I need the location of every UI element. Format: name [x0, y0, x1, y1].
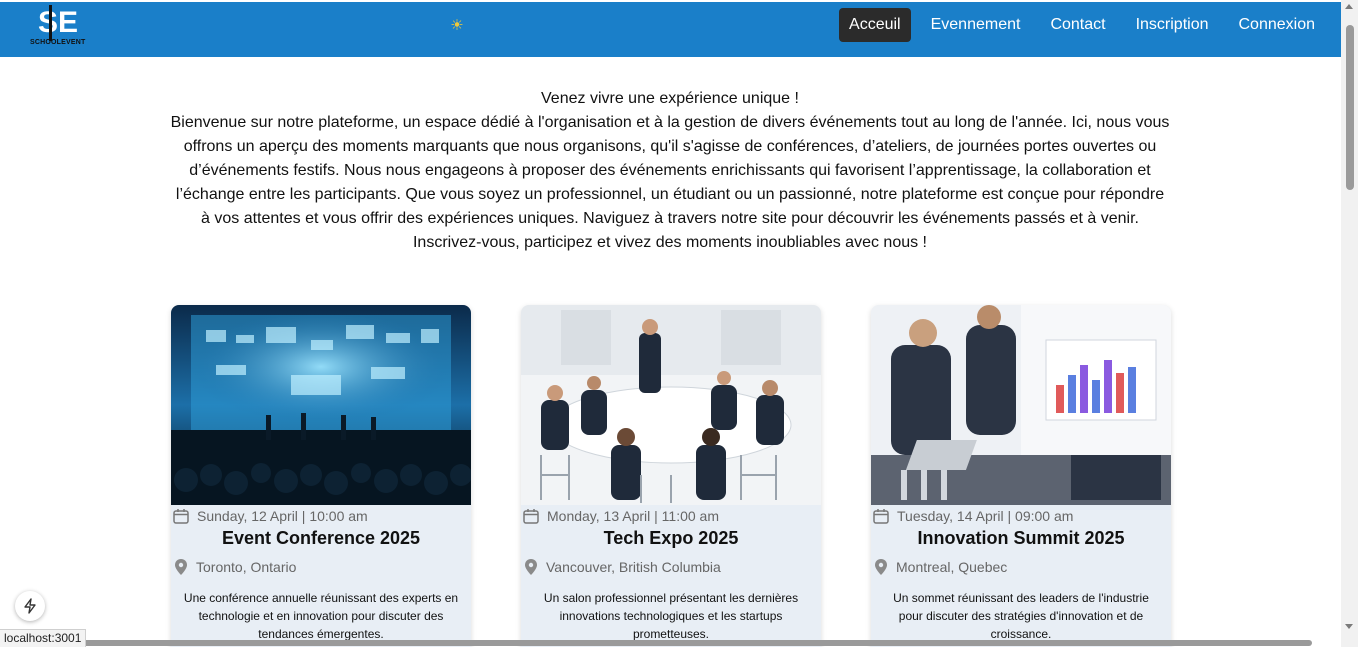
horizontal-scrollbar[interactable]	[0, 639, 1355, 647]
event-title[interactable]: Tech Expo 2025	[521, 528, 821, 549]
intro-section: Venez vivre une expérience unique ! Bien…	[170, 87, 1170, 255]
event-date: Sunday, 12 April | 10:00 am	[197, 508, 368, 524]
event-date: Tuesday, 14 April | 09:00 am	[897, 508, 1074, 524]
calendar-icon	[173, 509, 189, 524]
nav-item-acceuil[interactable]: Acceuil	[839, 8, 911, 42]
map-pin-icon	[875, 559, 887, 575]
event-image-expo	[521, 305, 821, 505]
status-bar-url: localhost:3001	[0, 629, 87, 647]
calendar-icon	[873, 509, 889, 524]
map-pin-icon	[525, 559, 537, 575]
event-title[interactable]: Event Conference 2025	[171, 528, 471, 549]
nav-item-evennement[interactable]: Evennement	[921, 8, 1031, 42]
logo-initials: SE	[38, 6, 79, 39]
event-card[interactable]: Tuesday, 14 April | 09:00 am Innovation …	[871, 305, 1171, 647]
conference-stage-illustration	[171, 305, 471, 505]
event-description: Un salon professionnel présentant les de…	[543, 591, 799, 641]
event-title[interactable]: Innovation Summit 2025	[871, 528, 1171, 549]
vertical-scrollbar-thumb[interactable]	[1346, 25, 1354, 190]
nav-item-connexion[interactable]: Connexion	[1229, 8, 1326, 42]
lightning-icon	[24, 598, 36, 614]
scroll-up-arrow-icon[interactable]	[1345, 4, 1353, 9]
event-location: Toronto, Ontario	[196, 559, 297, 575]
site-logo[interactable]: SE SCHOOLEVENT	[28, 4, 92, 52]
nav-item-contact[interactable]: Contact	[1040, 8, 1115, 42]
event-date: Monday, 13 April | 11:00 am	[547, 508, 719, 524]
intro-headline: Venez vivre une expérience unique !	[541, 90, 799, 107]
calendar-icon	[523, 509, 539, 524]
meeting-room-illustration	[521, 305, 821, 505]
event-date-row: Sunday, 12 April | 10:00 am	[173, 508, 368, 524]
event-description: Un sommet réunissant des leaders de l'in…	[893, 591, 1149, 641]
event-date-row: Tuesday, 14 April | 09:00 am	[873, 508, 1073, 524]
event-location: Montreal, Quebec	[896, 559, 1008, 575]
event-location-row: Montreal, Quebec	[874, 559, 1007, 575]
devtools-button[interactable]	[15, 591, 45, 621]
intro-text: Bienvenue sur notre plateforme, un espac…	[170, 114, 1170, 251]
scroll-down-arrow-icon[interactable]	[1345, 624, 1353, 629]
sun-icon[interactable]: ☀	[449, 18, 465, 34]
event-card[interactable]: Sunday, 12 April | 10:00 am Event Confer…	[171, 305, 471, 647]
main-nav: Acceuil Evennement Contact Inscription C…	[829, 8, 1325, 42]
logo-divider	[49, 5, 52, 41]
event-location: Vancouver, British Columbia	[546, 559, 721, 575]
top-navbar: SE SCHOOLEVENT ☀ Acceuil Evennement Cont…	[0, 2, 1341, 57]
logo-name: SCHOOLEVENT	[30, 39, 86, 46]
horizontal-scrollbar-thumb[interactable]	[80, 640, 1312, 646]
event-image-summit	[871, 305, 1171, 505]
business-meeting-illustration	[871, 305, 1171, 505]
nav-item-inscription[interactable]: Inscription	[1126, 8, 1219, 42]
event-description: Une conférence annuelle réunissant des e…	[183, 591, 459, 641]
event-location-row: Toronto, Ontario	[174, 559, 296, 575]
event-location-row: Vancouver, British Columbia	[524, 559, 721, 575]
vertical-scrollbar[interactable]	[1341, 0, 1358, 647]
event-date-row: Monday, 13 April | 11:00 am	[523, 508, 719, 524]
event-image-conference	[171, 305, 471, 505]
page: SE SCHOOLEVENT ☀ Acceuil Evennement Cont…	[0, 0, 1358, 647]
event-card[interactable]: Monday, 13 April | 11:00 am Tech Expo 20…	[521, 305, 821, 647]
map-pin-icon	[175, 559, 187, 575]
